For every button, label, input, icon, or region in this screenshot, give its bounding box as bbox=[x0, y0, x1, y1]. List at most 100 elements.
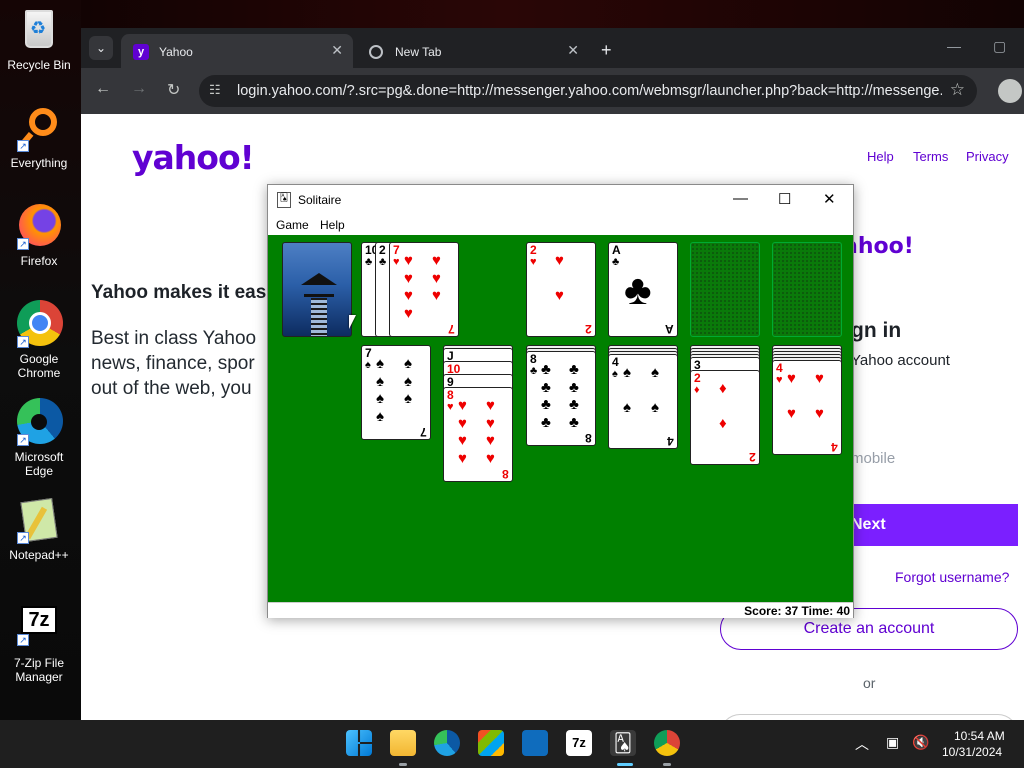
stock-deck[interactable] bbox=[282, 242, 352, 337]
solitaire-taskbar-icon[interactable]: 🂡 bbox=[610, 730, 636, 756]
tableau-card[interactable]: 7 ♠ ♠ ♠ ♠ ♠ ♠ ♠ ♠ 7 bbox=[361, 345, 431, 440]
foundation-empty-slot[interactable] bbox=[690, 242, 760, 337]
outlook-icon[interactable] bbox=[522, 730, 548, 756]
7zip-taskbar-icon[interactable]: 7z bbox=[566, 730, 592, 756]
reload-icon[interactable]: ↻ bbox=[167, 80, 180, 100]
card-rank: 8 bbox=[447, 388, 454, 402]
card-pip-icon: ♠ bbox=[376, 372, 384, 390]
store-icon[interactable] bbox=[478, 730, 504, 756]
desktop-icon-label: Google Chrome bbox=[17, 352, 61, 380]
chevron-up-icon[interactable]: ︿ bbox=[855, 734, 869, 754]
card-suit-icon: ♣ bbox=[612, 256, 620, 268]
card-rank-corner: 4 bbox=[667, 434, 674, 448]
solitaire-table: 10♣♣♣♣♣♣♣♣♣♣♣102♣♣♣27♥♥♥♥♥♥♥♥72♥♥♥2A♣♣A7… bbox=[268, 235, 853, 602]
card-pip-icon: ♥ bbox=[787, 405, 796, 422]
everything-search-icon: ↗ bbox=[15, 104, 63, 152]
address-bar[interactable]: ☷ login.yahoo.com/?.src=pg&.done=http://… bbox=[199, 75, 977, 107]
username-field-placeholder[interactable]: mobile bbox=[851, 450, 895, 467]
file-explorer-icon[interactable] bbox=[390, 730, 416, 756]
tab-yahoo[interactable]: y Yahoo ✕ bbox=[121, 34, 353, 68]
card-pip-icon: ♣ bbox=[624, 266, 652, 313]
privacy-link[interactable]: Privacy bbox=[966, 149, 1009, 164]
card-suit-icon: ♥ bbox=[776, 374, 783, 386]
yahoo-logo[interactable]: yahoo! bbox=[132, 138, 255, 177]
card-suit-icon: ♦ bbox=[694, 384, 700, 396]
start-icon[interactable] bbox=[346, 730, 372, 756]
card-suit-icon: ♣ bbox=[365, 256, 373, 268]
tableau-card[interactable]: 4 ♥ ♥ ♥ ♥ ♥ 4 bbox=[772, 360, 842, 455]
card-rank: 4 bbox=[612, 355, 619, 369]
card-pip-icon: ♥ bbox=[404, 252, 413, 269]
edge-taskbar-icon[interactable] bbox=[434, 730, 460, 756]
tab-search-button[interactable]: ⌄ bbox=[89, 36, 113, 60]
desktop-wallpaper-strip bbox=[81, 0, 1024, 28]
close-tab-icon[interactable]: ✕ bbox=[567, 42, 579, 59]
speaker-mute-icon[interactable]: 🔇 bbox=[912, 734, 929, 751]
desktop: ♻ Recycle Bin ↗ Everything ↗ Firefox ↗ G… bbox=[0, 0, 81, 720]
card-pip-icon: ♣ bbox=[541, 413, 551, 431]
card-rank-corner: 8 bbox=[585, 431, 592, 445]
foundation-card[interactable]: A ♣ ♣ A bbox=[608, 242, 678, 337]
score-time-text: Score: 37 Time: 40 bbox=[744, 604, 850, 618]
bookmark-star-icon[interactable]: ☆ bbox=[950, 80, 965, 100]
tableau-card[interactable]: 4 ♠ ♠ ♠ ♠ ♠ 4 bbox=[608, 354, 678, 449]
clock-date[interactable]: 10/31/2024 bbox=[942, 745, 1002, 759]
desktop-icon-edge[interactable]: ↗ Microsoft Edge bbox=[0, 398, 78, 478]
maximize-icon[interactable]: ☐ bbox=[778, 190, 791, 208]
tab-new-tab[interactable]: New Tab ✕ bbox=[357, 34, 589, 68]
description-line: out of the web, you bbox=[91, 378, 252, 399]
address-bar-url: login.yahoo.com/?.src=pg&.done=http://me… bbox=[237, 83, 942, 99]
forward-arrow-icon[interactable]: → bbox=[131, 80, 147, 98]
tableau-card[interactable]: 2 ♦ ♦ ♦ 2 bbox=[690, 370, 760, 465]
maximize-icon[interactable]: ▢ bbox=[993, 38, 1006, 55]
signin-subtitle: Yahoo account bbox=[851, 352, 950, 369]
help-link[interactable]: Help bbox=[867, 149, 894, 164]
card-rank: 2 bbox=[694, 371, 701, 385]
card-rank-corner: 7 bbox=[448, 322, 455, 336]
card-pip-icon: ♥ bbox=[404, 269, 413, 287]
desktop-icon-7zip[interactable]: 7z ↗ 7-Zip File Manager bbox=[0, 604, 78, 684]
close-tab-icon[interactable]: ✕ bbox=[331, 42, 343, 59]
chrome-favicon-icon bbox=[369, 45, 383, 59]
new-tab-plus-icon[interactable]: + bbox=[601, 40, 612, 61]
card-pip-icon: ♠ bbox=[404, 390, 412, 407]
solitaire-app-icon: 🂡 bbox=[277, 192, 291, 208]
minimize-icon[interactable]: — bbox=[733, 190, 748, 207]
tableau-card[interactable]: 8 ♣ ♣ ♣ ♣ ♣ ♣ ♣ ♣ ♣ 8 bbox=[526, 351, 596, 446]
card-rank: 7 bbox=[365, 346, 372, 360]
minimize-icon[interactable]: — bbox=[947, 38, 961, 54]
card-pip-icon: ♥ bbox=[555, 252, 564, 269]
back-arrow-icon[interactable]: ← bbox=[95, 80, 111, 98]
card-pip-icon: ♣ bbox=[541, 361, 551, 378]
site-info-icon[interactable]: ☷ bbox=[209, 82, 227, 100]
profile-avatar-icon[interactable] bbox=[998, 79, 1022, 103]
desktop-icon-recycle-bin[interactable]: ♻ Recycle Bin bbox=[0, 6, 78, 72]
tableau-card[interactable]: 8 ♥ ♥ ♥ ♥ ♥ ♥ ♥ ♥ ♥ 8 bbox=[443, 387, 513, 482]
desktop-icon-chrome[interactable]: ↗ Google Chrome bbox=[0, 300, 78, 380]
desktop-icon-everything[interactable]: ↗ Everything bbox=[0, 104, 78, 170]
foundation-card[interactable]: 2 ♥ ♥ ♥ 2 bbox=[526, 242, 596, 337]
card-pip-icon: ♣ bbox=[569, 413, 579, 431]
desktop-icon-notepadpp[interactable]: ↗ Notepad++ bbox=[0, 496, 78, 562]
desktop-icon-label: 7-Zip File Manager bbox=[13, 656, 64, 684]
solitaire-titlebar[interactable]: 🂡 Solitaire — ☐ ✕ bbox=[268, 185, 853, 215]
terms-link[interactable]: Terms bbox=[913, 149, 948, 164]
waste-card[interactable]: 7 ♥ ♥ ♥ ♥ ♥ ♥ ♥ ♥ 7 bbox=[389, 242, 459, 337]
clock-time[interactable]: 10:54 AM bbox=[954, 729, 1005, 743]
display-icon[interactable]: ▣ bbox=[886, 734, 899, 751]
card-suit-icon: ♣ bbox=[379, 256, 387, 268]
desktop-icon-firefox[interactable]: ↗ Firefox bbox=[0, 202, 78, 268]
foundation-empty-slot[interactable] bbox=[772, 242, 842, 337]
card-rank-corner: A bbox=[665, 322, 674, 336]
card-pip-icon: ♣ bbox=[541, 396, 551, 413]
chrome-taskbar-icon[interactable] bbox=[654, 730, 680, 756]
card-pip-icon: ♥ bbox=[486, 397, 495, 414]
card-pip-icon: ♠ bbox=[376, 390, 384, 407]
menu-help[interactable]: Help bbox=[320, 218, 345, 232]
close-icon[interactable]: ✕ bbox=[823, 190, 836, 208]
forgot-username-link[interactable]: Forgot username? bbox=[895, 569, 1009, 585]
card-pip-icon: ♥ bbox=[787, 370, 796, 387]
menu-game[interactable]: Game bbox=[276, 218, 309, 232]
browser-tabstrip: ⌄ y Yahoo ✕ New Tab ✕ + — ▢ bbox=[81, 28, 1024, 68]
card-rank: 8 bbox=[530, 352, 537, 366]
